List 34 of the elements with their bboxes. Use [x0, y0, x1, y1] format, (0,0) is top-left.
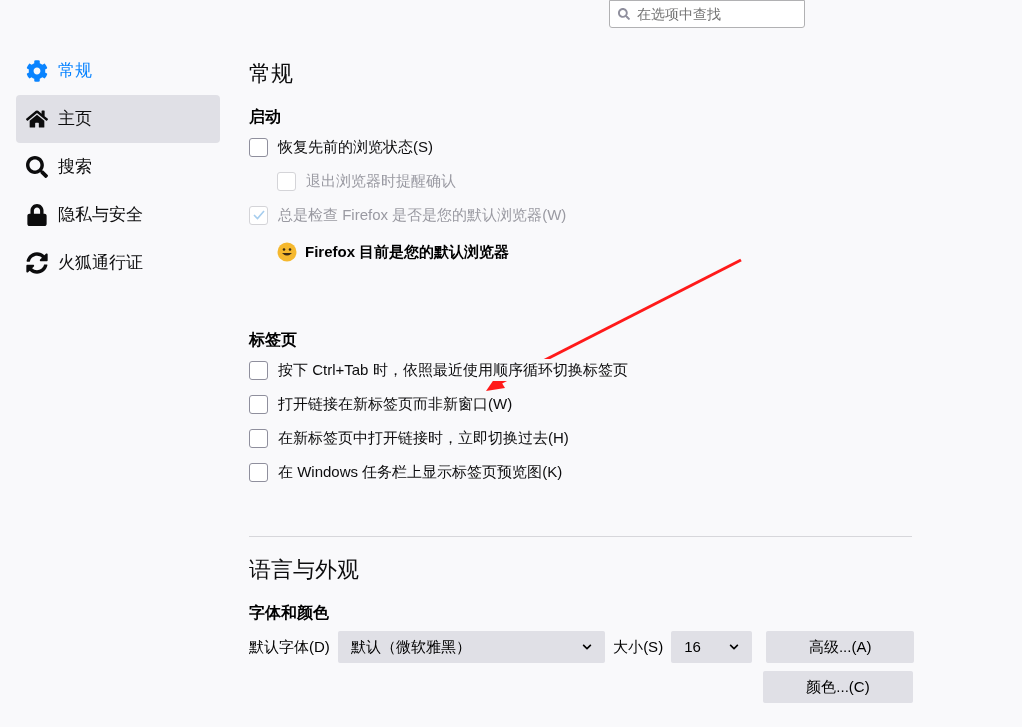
- gear-icon: [26, 60, 48, 82]
- house-icon: [26, 108, 48, 130]
- search-icon: [618, 8, 630, 20]
- option-label: 按下 Ctrl+Tab 时，依照最近使用顺序循环切换标签页: [278, 358, 628, 382]
- checkbox[interactable]: [249, 137, 268, 157]
- field-label: 大小(S): [613, 636, 664, 657]
- section-heading: 启动: [249, 107, 282, 127]
- checkbox[interactable]: [249, 360, 268, 380]
- checkbox[interactable]: [249, 428, 268, 448]
- sidebar-item[interactable]: 火狐通行证: [16, 239, 220, 287]
- advanced-button[interactable]: 高级...(A): [766, 631, 914, 663]
- sidebar-item[interactable]: 隐私与安全: [16, 191, 220, 239]
- search-field[interactable]: 在选项中查找: [609, 0, 805, 28]
- padlock-icon: [26, 204, 48, 226]
- chevron-icon: [729, 642, 740, 652]
- status-text: Firefox 目前是您的默认浏览器: [305, 241, 510, 262]
- size-dropdown[interactable]: 16: [671, 631, 753, 663]
- section-heading: 标签页: [249, 330, 298, 350]
- sidebar-item[interactable]: 常规: [16, 47, 220, 95]
- font-dropdown[interactable]: 默认（微软雅黑）: [337, 631, 606, 663]
- chevron-icon: [582, 642, 593, 652]
- search-icon: [26, 156, 48, 178]
- checkbox[interactable]: [249, 462, 268, 482]
- field-label: 默认字体(D): [249, 636, 330, 657]
- sidebar-item[interactable]: 主页: [16, 95, 220, 143]
- colors-button[interactable]: 颜色...(C): [763, 671, 913, 703]
- section-heading: 字体和颜色: [249, 603, 330, 623]
- page-title: 语言与外观: [249, 556, 360, 584]
- page-title: 常规: [249, 60, 294, 88]
- sync-icon: [26, 252, 48, 274]
- sidebar-item[interactable]: 搜索: [16, 143, 220, 191]
- smiley-icon: [277, 242, 297, 262]
- checkmark-icon: [252, 210, 265, 220]
- checkbox[interactable]: [249, 394, 268, 414]
